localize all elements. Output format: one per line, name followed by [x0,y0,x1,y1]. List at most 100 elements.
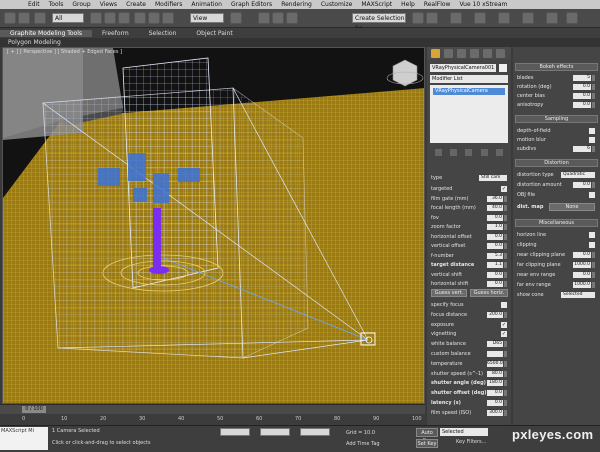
motion-tab-icon[interactable] [470,48,479,58]
pin-stack-icon[interactable] [435,149,443,156]
spinner-icon[interactable] [504,380,507,387]
spinner-icon[interactable] [504,271,507,278]
tab-graphite-modeling[interactable]: Graphite Modeling Tools [0,29,93,37]
spinner-icon[interactable] [504,205,507,211]
param-checkbox[interactable]: ✓ [501,321,507,328]
menu-item-group[interactable]: Group [72,1,90,8]
named-selection-dropdown[interactable]: Create Selection Se [352,13,406,32]
rollout-sampling[interactable]: Sampling [515,115,598,123]
scale-icon[interactable] [162,12,174,24]
param-value-field[interactable]: 0.0 [573,93,591,99]
modify-tab-icon[interactable] [444,48,453,58]
spinner-icon[interactable] [592,252,595,258]
spinner-icon[interactable] [504,360,507,367]
show-end-result-icon[interactable] [450,149,458,156]
material-editor-icon[interactable] [498,12,510,24]
tab-object-paint[interactable]: Object Paint [186,30,242,37]
spinner-icon[interactable] [592,75,595,81]
param-value-field[interactable]: 0.0 [573,252,591,258]
rollout-miscellaneous[interactable]: Miscellaneous [515,219,598,227]
param-value-field[interactable]: 6500.0 [487,360,503,367]
spinner-icon[interactable] [504,281,507,287]
param-checkbox[interactable]: ✓ [501,186,507,192]
spinner-icon[interactable] [504,224,507,230]
param-checkbox[interactable] [589,242,595,248]
menu-item-edit[interactable]: Edit [28,1,40,8]
param-value-field[interactable]: 300.0 [487,409,503,416]
param-value-field[interactable] [487,351,503,357]
x-coordinate-field[interactable] [220,428,250,436]
select-by-name-icon[interactable] [104,12,116,24]
add-time-tag-button[interactable]: Add Time Tag [346,441,380,447]
layer-manager-icon[interactable] [450,12,462,24]
param-value-field[interactable]: 1.1 [487,262,503,268]
spinner-icon[interactable] [504,311,507,318]
snap-icon[interactable] [258,12,270,24]
param-value-field[interactable]: 0.0 [487,390,503,397]
param-value-field[interactable]: 0.0 [573,102,591,108]
reference-coord-dropdown[interactable]: View [190,13,224,23]
object-name-field[interactable]: VRayPhysicalCamera001 [430,64,496,72]
camera-type-dropdown[interactable]: Still cam [479,175,507,181]
menu-item-modifiers[interactable]: Modifiers [155,1,182,8]
modifier-list-dropdown[interactable]: Modifier List [430,75,508,83]
spinner-icon[interactable] [592,282,595,288]
param-value-field[interactable]: 80.0 [487,370,503,377]
menu-item-rendering[interactable]: Rendering [281,1,312,8]
spinner-icon[interactable] [504,243,507,249]
param-value-field[interactable]: D65 [487,341,503,348]
param-checkbox[interactable] [589,192,595,198]
ribbon-panel-title[interactable]: Polygon Modeling [0,38,600,47]
menu-item-help[interactable]: Help [401,1,415,8]
spinner-icon[interactable] [592,182,595,188]
param-value-field[interactable]: 36.0 [487,195,503,202]
render-setup-icon[interactable] [522,12,534,24]
param-value-field[interactable]: 0.0 [487,233,503,240]
spinner-icon[interactable] [592,146,595,152]
move-icon[interactable] [134,12,146,24]
guess-horiz-button[interactable]: Guess horiz. [470,289,508,297]
param-value-field[interactable]: 1000.0 [573,262,591,268]
dist-map-button[interactable]: None [549,203,595,211]
param-value-field[interactable]: 0.0 [487,243,503,249]
param-value-field[interactable]: 5.3 [487,252,503,259]
auto-key-button[interactable]: Auto Key [416,428,438,444]
menu-item-animation[interactable]: Animation [191,1,222,8]
time-slider-track[interactable]: 0 / 100 [0,404,425,414]
perspective-viewport[interactable]: [ + ] [ Perspective ] [ Shaded + Edged F… [2,47,425,404]
viewport-label[interactable]: [ + ] [ Perspective ] [ Shaded + Edged F… [7,49,122,55]
make-unique-icon[interactable] [465,149,473,156]
spinner-icon[interactable] [504,370,507,377]
spinner-icon[interactable] [504,233,507,240]
param-value-field[interactable]: 0.0 [487,400,503,406]
spinner-icon[interactable] [504,262,507,268]
param-value-field[interactable]: 1000.0 [573,282,591,288]
param-value-field[interactable]: 0.0 [573,272,591,278]
key-mode-dropdown[interactable]: Selected [440,428,488,436]
redo-icon[interactable] [18,12,30,24]
param-value-field[interactable]: 1.0 [487,224,503,230]
param-checkbox[interactable]: ✓ [501,331,507,338]
spinner-icon[interactable] [592,93,595,99]
rollout-distortion[interactable]: Distortion [515,159,598,167]
key-filters-button[interactable]: Key Filters... [456,439,486,445]
select-object-icon[interactable] [90,12,102,24]
utilities-tab-icon[interactable] [496,48,505,58]
param-checkbox[interactable] [589,232,595,238]
param-checkbox[interactable] [589,128,595,134]
menu-item-views[interactable]: Views [100,1,117,8]
rect-selection-icon[interactable] [118,12,130,24]
param-value-field[interactable]: 200.0 [487,311,503,318]
set-key-button[interactable]: Set Key [416,439,438,448]
selection-filter-dropdown[interactable]: All [52,13,84,23]
menu-item-realflow[interactable]: RealFlow [424,1,451,8]
rollout-bokeh-effects[interactable]: Bokeh effects [515,63,598,71]
param-value-field[interactable]: 0.0 [487,281,503,287]
align-icon[interactable] [426,12,438,24]
time-slider[interactable]: 0 / 100 [22,406,46,413]
param-value-field[interactable]: 0.0 [573,84,591,90]
param-value-field[interactable]: 40.0 [487,205,503,211]
render-icon[interactable] [566,12,578,24]
modifier-stack-item[interactable]: VRayPhysicalCamera [433,88,505,95]
track-bar[interactable]: 0 10 20 30 40 50 60 70 80 90 100 [0,414,425,425]
